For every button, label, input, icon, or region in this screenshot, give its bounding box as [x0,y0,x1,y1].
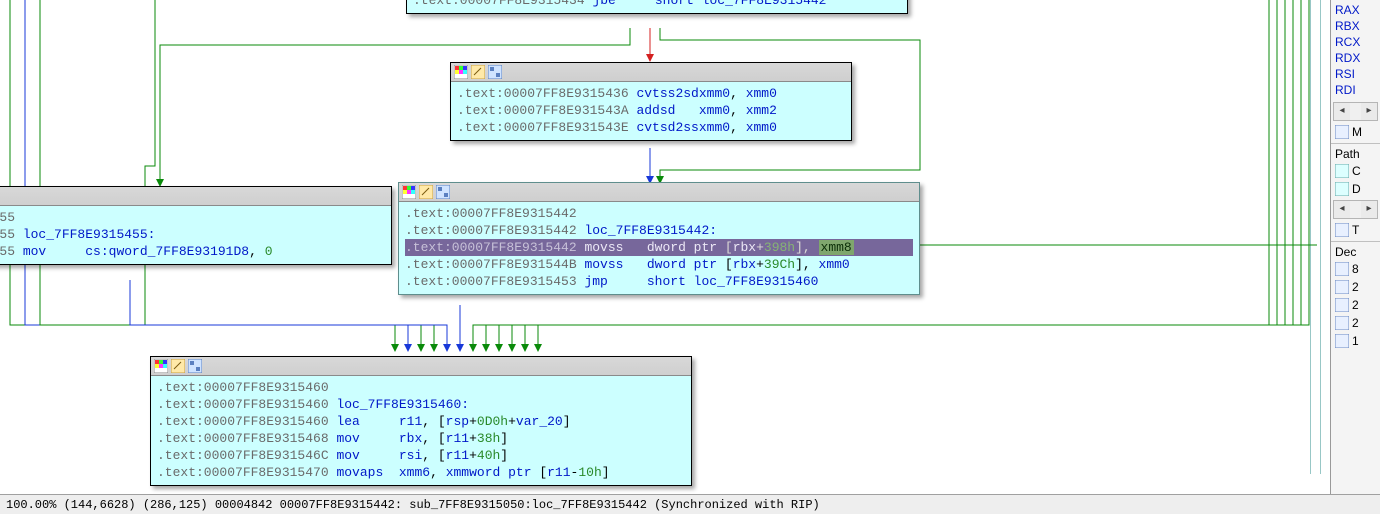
graph-node-bottom[interactable]: .text:00007FF8E9315460 .text:00007FF8E93… [150,356,692,486]
palette-icon [154,359,168,373]
asm-line[interactable]: .text:00007FF8E9315434 jbe short loc_7FF… [413,0,901,9]
scroll-right-icon[interactable]: ▸ [1361,201,1377,218]
scroll-left-icon[interactable]: ◂ [1334,103,1350,120]
edit-icon [471,65,485,79]
edit-icon [171,359,185,373]
side-hscroll[interactable]: ◂ ▸ [1333,102,1378,121]
asm-line[interactable]: .text:00007FF8E9315468 mov rbx, [r11+38h… [157,430,685,447]
graph-node-mid[interactable]: .text:00007FF8E9315436 cvtss2sdxmm0, xmm… [450,62,852,141]
page-icon [1335,316,1349,330]
side-label-dec: Dec [1331,244,1380,260]
node-titlebar [151,357,691,376]
side-hscroll-2[interactable]: ◂ ▸ [1333,200,1378,219]
register-rdi[interactable]: RDI [1335,82,1376,98]
side-tab-t[interactable]: T [1331,221,1380,239]
side-item-c[interactable]: C [1331,162,1380,180]
palette-icon [402,185,416,199]
scroll-right-icon[interactable]: ▸ [1361,103,1377,120]
asm-line[interactable]: .text:00007FF8E931546C mov rsi, [r11+40h… [157,447,685,464]
side-list-item[interactable]: 2 [1331,314,1380,332]
status-bar: 100.00% (144,6628) (286,125) 00004842 00… [0,494,1380,514]
doc-icon [1335,164,1349,178]
module-icon [1335,125,1349,139]
asm-line[interactable]: F8E9315455 mov cs:qword_7FF8E93191D8, 0 [0,243,385,260]
page-icon [1335,298,1349,312]
side-list-item[interactable]: 2 [1331,278,1380,296]
asm-line[interactable]: .text:00007FF8E9315442 movss dword ptr [… [405,239,913,256]
group-icon [488,65,502,79]
register-rax[interactable]: RAX [1335,2,1376,18]
register-rsi[interactable]: RSI [1335,66,1376,82]
side-list-item[interactable]: 8 [1331,260,1380,278]
page-icon [1335,280,1349,294]
asm-line[interactable]: .text:00007FF8E9315442 loc_7FF8E9315442: [405,222,913,239]
page-icon [1335,334,1349,348]
side-list-item[interactable]: 1 [1331,332,1380,350]
asm-line[interactable]: .text:00007FF8E931543E cvtsd2ssxmm0, xmm… [457,119,845,136]
doc-icon [1335,182,1349,196]
node-titlebar [451,63,851,82]
asm-line[interactable]: .text:00007FF8E9315460 lea r11, [rsp+0D0… [157,413,685,430]
group-icon [188,359,202,373]
asm-line[interactable]: F8E9315455 [0,209,385,226]
asm-line[interactable]: .text:00007FF8E9315460 [157,379,685,396]
side-item-d[interactable]: D [1331,180,1380,198]
asm-line[interactable]: .text:00007FF8E931544B movss dword ptr [… [405,256,913,273]
scroll-left-icon[interactable]: ◂ [1334,201,1350,218]
graph-node-selected[interactable]: .text:00007FF8E9315442 .text:00007FF8E93… [398,182,920,295]
asm-line[interactable]: .text:00007FF8E931543A addsd xmm0, xmm2 [457,102,845,119]
asm-line[interactable]: F8E9315455 loc_7FF8E9315455: [0,226,385,243]
group-icon [436,185,450,199]
registers-list: RAXRBXRCXRDXRSIRDI [1331,0,1380,100]
node-titlebar [399,183,919,202]
register-rcx[interactable]: RCX [1335,34,1376,50]
register-rbx[interactable]: RBX [1335,18,1376,34]
side-list-item[interactable]: 2 [1331,296,1380,314]
asm-line[interactable]: .text:00007FF8E9315460 loc_7FF8E9315460: [157,396,685,413]
graph-canvas[interactable]: .text:00007FF8E9315434 jbe short loc_7FF… [0,0,1330,494]
asm-line[interactable]: .text:00007FF8E9315453 jmp short loc_7FF… [405,273,913,290]
graph-node-top[interactable]: .text:00007FF8E9315434 jbe short loc_7FF… [406,0,908,14]
side-label-path: Path [1331,146,1380,162]
edit-icon [419,185,433,199]
asm-line[interactable]: .text:00007FF8E9315442 [405,205,913,222]
side-tab-m[interactable]: M [1331,123,1380,141]
tree-icon [1335,223,1349,237]
graph-node-left[interactable]: F8E9315455 F8E9315455 loc_7FF8E9315455:F… [0,186,392,265]
asm-line[interactable]: .text:00007FF8E9315470 movaps xmm6, xmmw… [157,464,685,481]
palette-icon [454,65,468,79]
side-panel[interactable]: RAXRBXRCXRDXRSIRDI ◂ ▸ M Path C D ◂ ▸ T [1330,0,1380,494]
page-icon [1335,262,1349,276]
asm-line[interactable]: .text:00007FF8E9315436 cvtss2sdxmm0, xmm… [457,85,845,102]
register-rdx[interactable]: RDX [1335,50,1376,66]
